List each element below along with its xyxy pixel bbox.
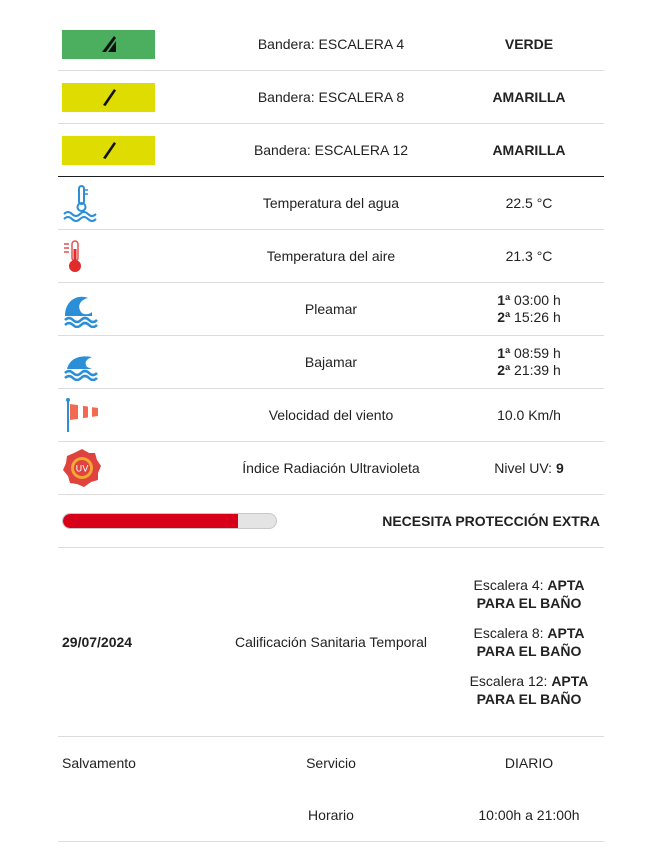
tide-time: 21:39 h [510,362,561,378]
uv-value: Nivel UV: 9 [454,460,604,476]
water-temp-label: Temperatura del agua [262,195,400,211]
flag-status: AMARILLA [492,89,566,105]
sanitary-item: Escalera 4: APTA PARA EL BAÑO [454,576,604,612]
tide-time: 15:26 h [510,309,561,325]
beach-info-table: Bandera: ESCALERA 4 VERDE Bandera: ESCAL… [58,18,604,842]
flag-label: Bandera: ESCALERA 12 [253,142,409,158]
uv-level: 9 [555,460,564,476]
high-tide-label: Pleamar [304,301,358,317]
windsock-icon [62,395,102,435]
flag-status: AMARILLA [492,142,566,158]
flag-row-escalera-12: Bandera: ESCALERA 12 AMARILLA [58,124,604,177]
rescue-service-label: Servicio [306,755,356,771]
uv-row: UV Índice Radiación Ultravioleta Nivel U… [58,442,604,495]
water-temp-row: Temperatura del agua 22.5 °C [58,177,604,230]
uv-label: Índice Radiación Ultravioleta [242,460,420,476]
rescue-schedule-row: Horario 10:00h a 21:00h [58,789,604,842]
rescue-schedule-label: Horario [308,807,354,823]
wave-icon [62,289,102,329]
uv-icon: UV [62,448,102,488]
thermometer-icon [62,236,102,276]
low-wave-icon [62,342,102,382]
low-tide-row: Bajamar 1ª 08:59 h 2ª 21:39 h [58,336,604,389]
yellow-flag-icon [62,82,155,112]
wind-row: Velocidad del viento 10.0 Km/h [58,389,604,442]
tide-ordinal: 1ª [497,345,511,361]
green-flag-icon [62,29,155,59]
sanitary-date: 29/07/2024 [62,634,133,650]
tide-time: 03:00 h [510,292,561,308]
sanitary-items: Escalera 4: APTA PARA EL BAÑO Escalera 8… [454,576,604,708]
sanitary-item-prefix: Escalera 8: [473,625,548,641]
flag-row-escalera-8: Bandera: ESCALERA 8 AMARILLA [58,71,604,124]
uv-bar-row: NECESITA PROTECCIÓN EXTRA [58,495,604,548]
uv-progress-fill [63,514,238,528]
water-temp-value: 22.5 °C [505,195,553,211]
rescue-title: Salvamento [62,755,136,771]
flag-label: Bandera: ESCALERA 4 [257,36,405,52]
rescue-service-row: Salvamento Servicio DIARIO [58,737,604,789]
uv-protection-message: NECESITA PROTECCIÓN EXTRA [382,513,600,529]
flag-row-escalera-4: Bandera: ESCALERA 4 VERDE [58,18,604,71]
low-tide-times: 1ª 08:59 h 2ª 21:39 h [454,345,604,379]
sanitary-item: Escalera 12: APTA PARA EL BAÑO [454,672,604,708]
wind-label: Velocidad del viento [268,407,394,423]
flag-status: VERDE [504,36,554,52]
tide-ordinal: 2ª [497,309,511,325]
air-temp-value: 21.3 °C [505,248,553,264]
tide-ordinal: 2ª [497,362,511,378]
water-thermometer-icon [62,183,102,223]
flag-label: Bandera: ESCALERA 8 [257,89,405,105]
air-temp-row: Temperatura del aire 21.3 °C [58,230,604,283]
uv-progress-bar [62,513,277,529]
sanitary-item: Escalera 8: APTA PARA EL BAÑO [454,624,604,660]
yellow-flag-icon [62,135,155,165]
high-tide-row: Pleamar 1ª 03:00 h 2ª 15:26 h [58,283,604,336]
rescue-service-value: DIARIO [504,755,554,771]
sanitary-label: Calificación Sanitaria Temporal [235,634,427,650]
sanitary-row: 29/07/2024 Calificación Sanitaria Tempor… [58,548,604,737]
tide-ordinal: 1ª [497,292,511,308]
wind-value: 10.0 Km/h [497,407,561,423]
svg-text:UV: UV [76,465,90,475]
tide-time: 08:59 h [510,345,561,361]
air-temp-label: Temperatura del aire [266,248,396,264]
rescue-schedule-value: 10:00h a 21:00h [478,807,580,823]
sanitary-item-prefix: Escalera 12: [469,673,552,689]
high-tide-times: 1ª 03:00 h 2ª 15:26 h [454,292,604,326]
uv-prefix: Nivel UV: [494,460,556,476]
low-tide-label: Bajamar [304,354,358,370]
sanitary-item-prefix: Escalera 4: [473,577,548,593]
